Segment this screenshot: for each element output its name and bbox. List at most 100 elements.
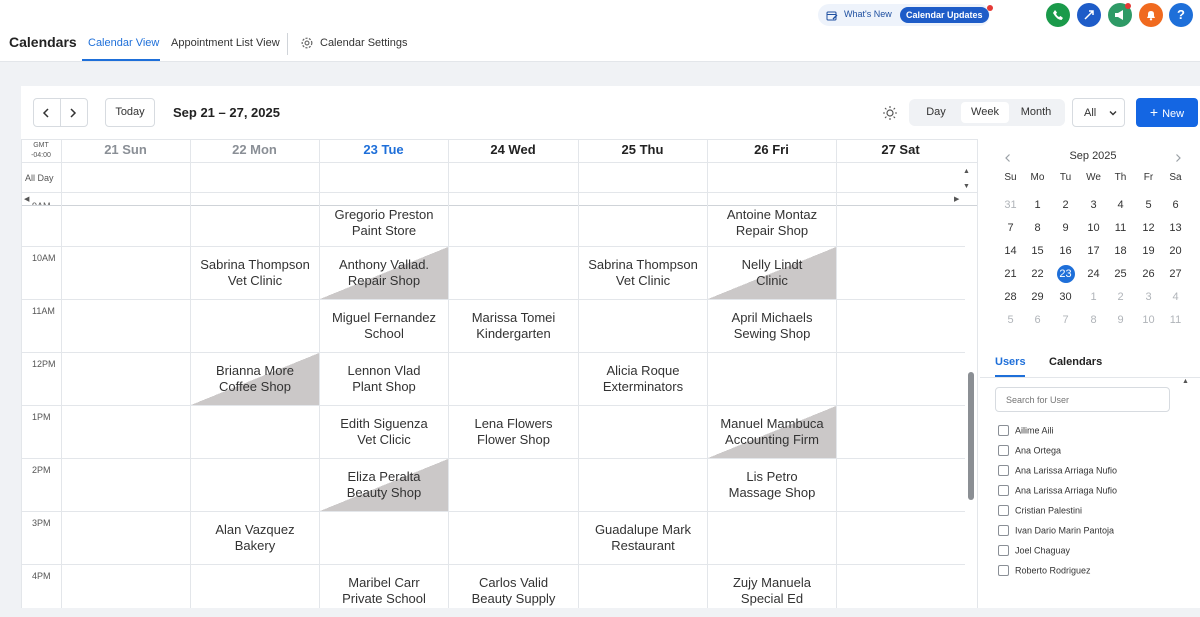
mini-calendar-day[interactable]: 7	[997, 217, 1024, 239]
mini-calendar-day[interactable]: 10	[1080, 217, 1107, 239]
chevron-left-icon[interactable]	[40, 106, 52, 124]
mini-calendar-day[interactable]: 1	[1080, 286, 1107, 308]
mini-calendar-day[interactable]: 5	[1135, 194, 1162, 216]
mini-calendar-day[interactable]: 30	[1052, 286, 1079, 308]
mini-calendar-day[interactable]: 1	[1024, 194, 1051, 216]
mini-calendar-day[interactable]: 3	[1135, 286, 1162, 308]
user-checkbox[interactable]	[998, 525, 1009, 537]
mini-calendar-day[interactable]: 12	[1135, 217, 1162, 239]
side-tab-users[interactable]: Users	[995, 356, 1026, 368]
user-list-item[interactable]: Ivan Dario Marin Pantoja	[998, 525, 1114, 541]
mini-calendar-day[interactable]: 2	[1107, 286, 1134, 308]
mini-calendar-day[interactable]: 17	[1080, 240, 1107, 262]
user-list-item[interactable]: Roberto Rodriguez	[998, 565, 1091, 581]
mini-calendar-day[interactable]: 4	[1107, 194, 1134, 216]
appointment-block[interactable]: Edith Siguenza Vet Clicic	[320, 406, 448, 458]
mini-calendar-day[interactable]: 6	[1162, 194, 1189, 216]
chevron-right-icon[interactable]	[67, 106, 79, 124]
launch-icon[interactable]	[1077, 3, 1101, 27]
appointment-block[interactable]: Anthony Vallad. Repair Shop	[320, 247, 448, 299]
chevron-left-icon[interactable]	[1003, 150, 1013, 168]
user-search-input[interactable]	[995, 387, 1170, 412]
appointment-block[interactable]: Zujy Manuela Special Ed	[708, 565, 836, 617]
mini-calendar-day[interactable]: 18	[1107, 240, 1134, 262]
mini-calendar-day[interactable]: 14	[997, 240, 1024, 262]
mini-calendar-day[interactable]: 9	[1052, 217, 1079, 239]
mini-calendar-day[interactable]: 28	[997, 286, 1024, 308]
mini-calendar-day[interactable]: 29	[1024, 286, 1051, 308]
mini-calendar-day[interactable]: 16	[1052, 240, 1079, 262]
new-button[interactable]: + New	[1136, 98, 1198, 127]
whats-new-label[interactable]: What's New	[844, 9, 892, 19]
mini-calendar-day[interactable]: 9	[1107, 309, 1134, 331]
mini-calendar-day[interactable]: 27	[1162, 263, 1189, 285]
appointment-block[interactable]: Sabrina Thompson Vet Clinic	[579, 247, 707, 299]
mini-calendar-day[interactable]: 21	[997, 263, 1024, 285]
scroll-right-icon[interactable]: ▶	[954, 195, 959, 203]
appointment-block[interactable]: Guadalupe Mark Restaurant	[579, 512, 707, 564]
tab-calendar-view[interactable]: Calendar View	[88, 37, 159, 49]
appointment-block[interactable]: Alan Vazquez Bakery	[191, 512, 319, 564]
scroll-up-icon[interactable]: ▲	[963, 168, 970, 175]
appointment-block[interactable]: Carlos Valid Beauty Supply	[449, 565, 578, 617]
appointment-block[interactable]: Manuel Mambuca Accounting Firm	[708, 406, 836, 458]
mini-calendar-day[interactable]: 31	[997, 194, 1024, 216]
scroll-down-icon[interactable]: ▼	[963, 183, 970, 190]
user-checkbox[interactable]	[998, 465, 1009, 477]
tab-calendar-settings[interactable]: Calendar Settings	[320, 37, 407, 49]
mini-calendar-day[interactable]: 22	[1024, 263, 1051, 285]
gear-icon[interactable]	[300, 36, 314, 55]
mini-calendar-day[interactable]: 15	[1024, 240, 1051, 262]
side-tab-calendars[interactable]: Calendars	[1049, 356, 1102, 368]
chevron-right-icon[interactable]	[1173, 150, 1183, 168]
user-list-item[interactable]: Ana Larissa Arriaga Nufio	[998, 485, 1117, 501]
user-list-item[interactable]: Ana Ortega	[998, 445, 1061, 461]
mini-calendar-day[interactable]: 25	[1107, 263, 1134, 285]
bell-icon[interactable]	[1139, 3, 1163, 27]
user-checkbox[interactable]	[998, 505, 1009, 517]
appointment-block[interactable]: Sabrina Thompson Vet Clinic	[191, 247, 319, 299]
appointment-block[interactable]: Maribel Carr Private School	[320, 565, 448, 617]
day-header[interactable]: 26 Fri	[707, 142, 836, 160]
calendar-updates-pill[interactable]: Calendar Updates	[900, 7, 989, 23]
appointment-block[interactable]: Miguel Fernandez School	[320, 300, 448, 352]
mini-calendar-day[interactable]: 26	[1135, 263, 1162, 285]
day-header[interactable]: 22 Mon	[190, 142, 319, 160]
user-checkbox[interactable]	[998, 485, 1009, 497]
help-icon[interactable]: ?	[1169, 3, 1193, 27]
mini-calendar-day[interactable]: 3	[1080, 194, 1107, 216]
appointment-block[interactable]: Alicia Roque Exterminators	[579, 353, 707, 405]
mini-calendar-day[interactable]: 8	[1024, 217, 1051, 239]
user-list-item[interactable]: Ailime Aili	[998, 425, 1054, 441]
mini-calendar-day[interactable]: 20	[1162, 240, 1189, 262]
day-header[interactable]: 25 Thu	[578, 142, 707, 160]
mini-calendar-day[interactable]: 11	[1162, 309, 1189, 331]
view-day-button[interactable]: Day	[912, 102, 960, 123]
user-checkbox[interactable]	[998, 545, 1009, 557]
whats-new-banner[interactable]: What's New Calendar Updates	[818, 4, 993, 26]
appointment-block[interactable]: Marissa Tomei Kindergarten	[449, 300, 578, 352]
appointment-block[interactable]: Lena Flowers Flower Shop	[449, 406, 578, 458]
mini-calendar-day[interactable]: 23	[1052, 263, 1079, 285]
user-list-item[interactable]: Ana Larissa Arriaga Nufio	[998, 465, 1117, 481]
user-checkbox[interactable]	[998, 445, 1009, 457]
vertical-scrollbar[interactable]	[968, 372, 974, 500]
appointment-block[interactable]: Antoine Montaz Repair Shop	[708, 206, 836, 245]
mini-calendar-day[interactable]: 7	[1052, 309, 1079, 331]
appointment-block[interactable]: April Michaels Sewing Shop	[708, 300, 836, 352]
mini-calendar-day[interactable]: 19	[1135, 240, 1162, 262]
appointment-block[interactable]: Brianna More Coffee Shop	[191, 353, 319, 405]
day-header[interactable]: 27 Sat	[836, 142, 965, 160]
lightbulb-icon[interactable]	[882, 105, 898, 126]
mini-calendar-day[interactable]: 8	[1080, 309, 1107, 331]
appointment-block[interactable]: Lis Petro Massage Shop	[708, 459, 836, 511]
user-list-item[interactable]: Cristian Palestini	[998, 505, 1082, 521]
filter-select[interactable]: All	[1072, 98, 1125, 127]
user-list-item[interactable]: Joel Chaguay	[998, 545, 1070, 561]
appointment-block[interactable]: Eliza Peralta Beauty Shop	[320, 459, 448, 511]
mini-calendar-day[interactable]: 4	[1162, 286, 1189, 308]
appointment-block[interactable]: Gregorio Preston Paint Store	[320, 206, 448, 245]
day-header[interactable]: 24 Wed	[448, 142, 578, 160]
mini-calendar-day[interactable]: 6	[1024, 309, 1051, 331]
appointment-block[interactable]: Nelly Lindt Clinic	[708, 247, 836, 299]
